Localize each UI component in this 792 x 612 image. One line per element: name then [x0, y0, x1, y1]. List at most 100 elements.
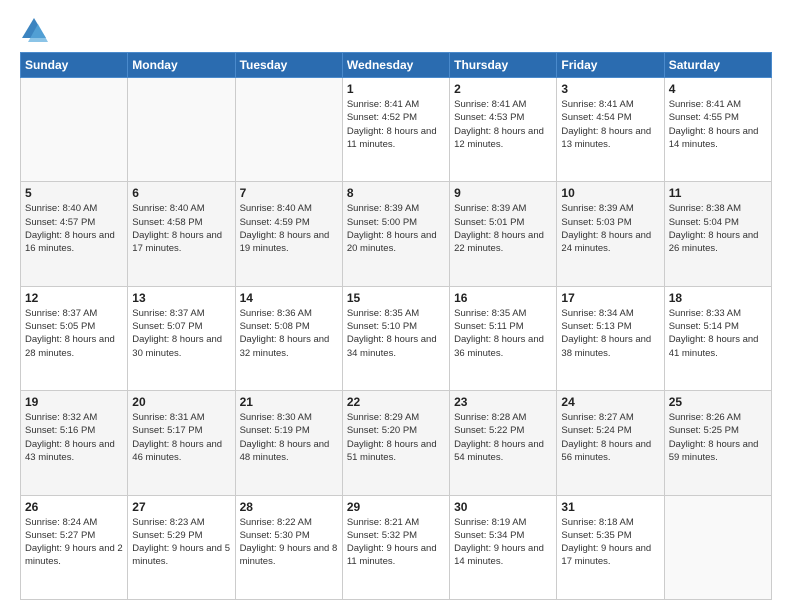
day-info: Sunrise: 8:21 AM Sunset: 5:32 PM Dayligh… [347, 516, 445, 569]
day-info: Sunrise: 8:22 AM Sunset: 5:30 PM Dayligh… [240, 516, 338, 569]
calendar-cell: 19 Sunrise: 8:32 AM Sunset: 5:16 PM Dayli… [21, 391, 128, 495]
day-info: Sunrise: 8:39 AM Sunset: 5:03 PM Dayligh… [561, 202, 659, 255]
calendar-week-row: 5Sunrise: 8:40 AM Sunset: 4:57 PM Daylig… [21, 182, 772, 286]
calendar-cell: 26 Sunrise: 8:24 AM Sunset: 5:27 PM Dayli… [21, 495, 128, 599]
calendar-cell: 28Sunrise: 8:22 AM Sunset: 5:30 PM Dayli… [235, 495, 342, 599]
day-info: Sunrise: 8:29 AM Sunset: 5:20 PM Dayligh… [347, 411, 445, 464]
calendar-week-row: 19 Sunrise: 8:32 AM Sunset: 5:16 PM Dayli… [21, 391, 772, 495]
day-number: 8 [347, 186, 445, 200]
day-number: 1 [347, 82, 445, 96]
day-number: 29 [347, 500, 445, 514]
day-info: Sunrise: 8:30 AM Sunset: 5:19 PM Dayligh… [240, 411, 338, 464]
calendar-cell: 8 Sunrise: 8:39 AM Sunset: 5:00 PM Daylig… [342, 182, 449, 286]
day-info: Sunrise: 8:31 AM Sunset: 5:17 PM Dayligh… [132, 411, 230, 464]
day-number: 13 [132, 291, 230, 305]
calendar-cell: 7 Sunrise: 8:40 AM Sunset: 4:59 PM Daylig… [235, 182, 342, 286]
day-number: 25 [669, 395, 767, 409]
weekday-header-saturday: Saturday [664, 53, 771, 78]
day-number: 23 [454, 395, 552, 409]
day-number: 18 [669, 291, 767, 305]
day-number: 17 [561, 291, 659, 305]
day-info: Sunrise: 8:24 AM Sunset: 5:27 PM Dayligh… [25, 516, 123, 569]
day-info: Sunrise: 8:41 AM Sunset: 4:52 PM Dayligh… [347, 98, 445, 151]
calendar-table: SundayMondayTuesdayWednesdayThursdayFrid… [20, 52, 772, 600]
weekday-header-wednesday: Wednesday [342, 53, 449, 78]
day-number: 22 [347, 395, 445, 409]
day-info: Sunrise: 8:35 AM Sunset: 5:10 PM Dayligh… [347, 307, 445, 360]
page: SundayMondayTuesdayWednesdayThursdayFrid… [0, 0, 792, 612]
calendar-cell: 31 Sunrise: 8:18 AM Sunset: 5:35 PM Dayli… [557, 495, 664, 599]
calendar-week-row: 26 Sunrise: 8:24 AM Sunset: 5:27 PM Dayli… [21, 495, 772, 599]
calendar-cell: 23 Sunrise: 8:28 AM Sunset: 5:22 PM Dayli… [450, 391, 557, 495]
calendar-cell: 24Sunrise: 8:27 AM Sunset: 5:24 PM Dayli… [557, 391, 664, 495]
calendar-cell: 10 Sunrise: 8:39 AM Sunset: 5:03 PM Dayli… [557, 182, 664, 286]
day-number: 16 [454, 291, 552, 305]
day-info: Sunrise: 8:41 AM Sunset: 4:53 PM Dayligh… [454, 98, 552, 151]
day-info: Sunrise: 8:38 AM Sunset: 5:04 PM Dayligh… [669, 202, 767, 255]
header [20, 16, 772, 44]
day-info: Sunrise: 8:37 AM Sunset: 5:07 PM Dayligh… [132, 307, 230, 360]
day-info: Sunrise: 8:27 AM Sunset: 5:24 PM Dayligh… [561, 411, 659, 464]
calendar-cell: 17 Sunrise: 8:34 AM Sunset: 5:13 PM Dayli… [557, 286, 664, 390]
day-info: Sunrise: 8:41 AM Sunset: 4:54 PM Dayligh… [561, 98, 659, 151]
day-number: 21 [240, 395, 338, 409]
day-number: 14 [240, 291, 338, 305]
day-info: Sunrise: 8:18 AM Sunset: 5:35 PM Dayligh… [561, 516, 659, 569]
day-info: Sunrise: 8:34 AM Sunset: 5:13 PM Dayligh… [561, 307, 659, 360]
calendar-cell: 3 Sunrise: 8:41 AM Sunset: 4:54 PM Daylig… [557, 78, 664, 182]
day-info: Sunrise: 8:35 AM Sunset: 5:11 PM Dayligh… [454, 307, 552, 360]
calendar-cell: 14 Sunrise: 8:36 AM Sunset: 5:08 PM Dayli… [235, 286, 342, 390]
calendar-cell: 20 Sunrise: 8:31 AM Sunset: 5:17 PM Dayli… [128, 391, 235, 495]
weekday-header-thursday: Thursday [450, 53, 557, 78]
day-info: Sunrise: 8:40 AM Sunset: 4:59 PM Dayligh… [240, 202, 338, 255]
weekday-header-sunday: Sunday [21, 53, 128, 78]
day-info: Sunrise: 8:26 AM Sunset: 5:25 PM Dayligh… [669, 411, 767, 464]
day-info: Sunrise: 8:28 AM Sunset: 5:22 PM Dayligh… [454, 411, 552, 464]
day-number: 27 [132, 500, 230, 514]
day-info: Sunrise: 8:36 AM Sunset: 5:08 PM Dayligh… [240, 307, 338, 360]
day-number: 7 [240, 186, 338, 200]
calendar-cell [664, 495, 771, 599]
day-info: Sunrise: 8:32 AM Sunset: 5:16 PM Dayligh… [25, 411, 123, 464]
day-number: 19 [25, 395, 123, 409]
day-number: 31 [561, 500, 659, 514]
day-number: 4 [669, 82, 767, 96]
calendar-cell: 15 Sunrise: 8:35 AM Sunset: 5:10 PM Dayli… [342, 286, 449, 390]
day-info: Sunrise: 8:40 AM Sunset: 4:58 PM Dayligh… [132, 202, 230, 255]
calendar-cell [235, 78, 342, 182]
calendar-cell: 21 Sunrise: 8:30 AM Sunset: 5:19 PM Dayli… [235, 391, 342, 495]
calendar-cell: 2 Sunrise: 8:41 AM Sunset: 4:53 PM Daylig… [450, 78, 557, 182]
day-number: 11 [669, 186, 767, 200]
day-info: Sunrise: 8:41 AM Sunset: 4:55 PM Dayligh… [669, 98, 767, 151]
day-number: 10 [561, 186, 659, 200]
day-info: Sunrise: 8:40 AM Sunset: 4:57 PM Dayligh… [25, 202, 123, 255]
calendar-cell: 12 Sunrise: 8:37 AM Sunset: 5:05 PM Dayli… [21, 286, 128, 390]
day-number: 12 [25, 291, 123, 305]
day-number: 26 [25, 500, 123, 514]
day-info: Sunrise: 8:23 AM Sunset: 5:29 PM Dayligh… [132, 516, 230, 569]
calendar-cell: 18 Sunrise: 8:33 AM Sunset: 5:14 PM Dayli… [664, 286, 771, 390]
calendar-cell: 5Sunrise: 8:40 AM Sunset: 4:57 PM Daylig… [21, 182, 128, 286]
day-info: Sunrise: 8:37 AM Sunset: 5:05 PM Dayligh… [25, 307, 123, 360]
calendar-cell [128, 78, 235, 182]
day-info: Sunrise: 8:39 AM Sunset: 5:01 PM Dayligh… [454, 202, 552, 255]
calendar-cell: 16 Sunrise: 8:35 AM Sunset: 5:11 PM Dayli… [450, 286, 557, 390]
calendar-week-row: 1 Sunrise: 8:41 AM Sunset: 4:52 PM Daylig… [21, 78, 772, 182]
day-number: 20 [132, 395, 230, 409]
day-number: 2 [454, 82, 552, 96]
day-number: 9 [454, 186, 552, 200]
calendar-cell: 13 Sunrise: 8:37 AM Sunset: 5:07 PM Dayli… [128, 286, 235, 390]
weekday-header-monday: Monday [128, 53, 235, 78]
calendar-cell: 27 Sunrise: 8:23 AM Sunset: 5:29 PM Dayli… [128, 495, 235, 599]
calendar-week-row: 12 Sunrise: 8:37 AM Sunset: 5:05 PM Dayli… [21, 286, 772, 390]
calendar-cell [21, 78, 128, 182]
day-info: Sunrise: 8:39 AM Sunset: 5:00 PM Dayligh… [347, 202, 445, 255]
day-number: 15 [347, 291, 445, 305]
day-number: 3 [561, 82, 659, 96]
calendar-cell: 9 Sunrise: 8:39 AM Sunset: 5:01 PM Daylig… [450, 182, 557, 286]
calendar-cell: 1 Sunrise: 8:41 AM Sunset: 4:52 PM Daylig… [342, 78, 449, 182]
day-number: 6 [132, 186, 230, 200]
day-info: Sunrise: 8:33 AM Sunset: 5:14 PM Dayligh… [669, 307, 767, 360]
day-info: Sunrise: 8:19 AM Sunset: 5:34 PM Dayligh… [454, 516, 552, 569]
calendar-cell: 11 Sunrise: 8:38 AM Sunset: 5:04 PM Dayli… [664, 182, 771, 286]
